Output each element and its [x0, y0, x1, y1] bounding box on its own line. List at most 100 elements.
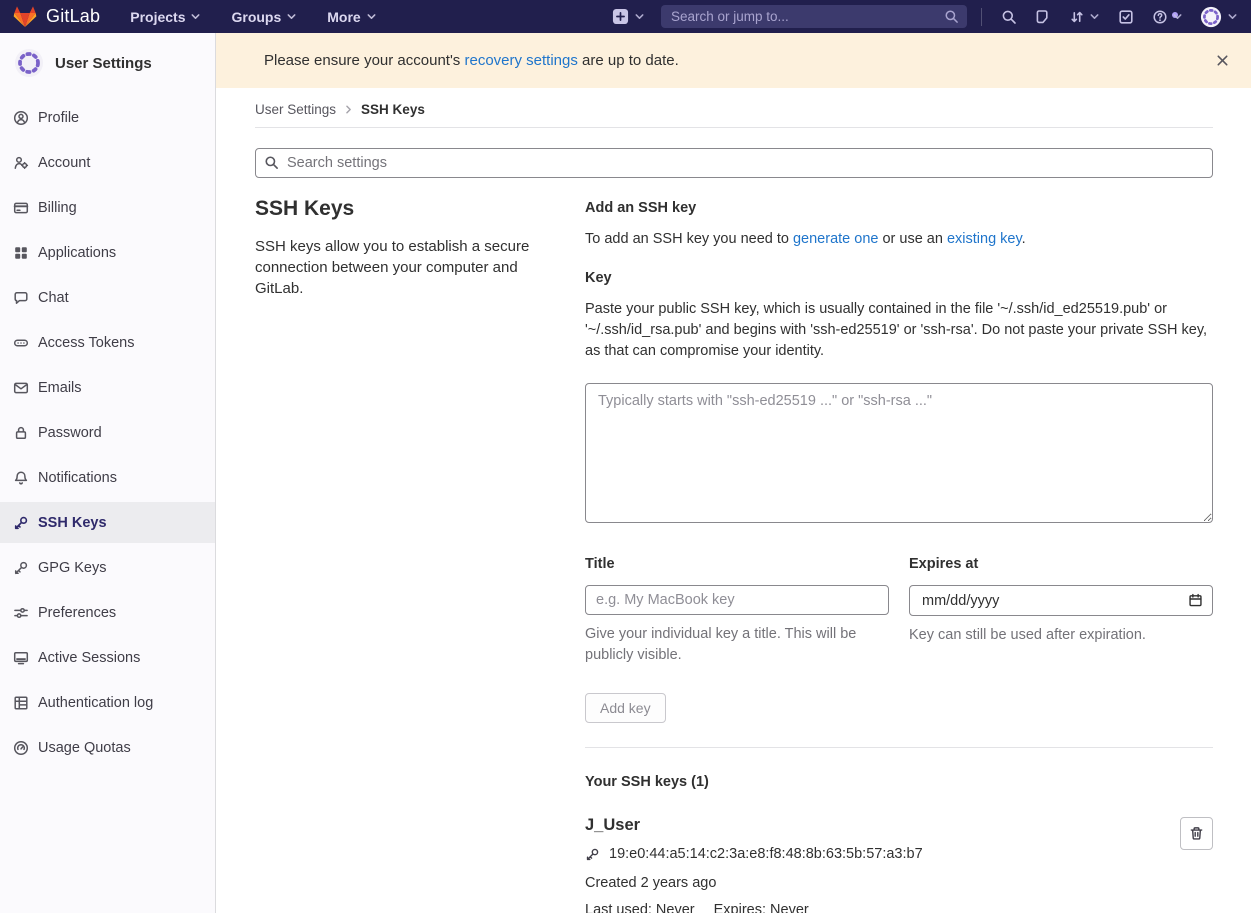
sidebar-item-access-tokens[interactable]: Access Tokens: [0, 322, 215, 363]
breadcrumb: User Settings SSH Keys: [255, 102, 1213, 117]
global-search: [661, 5, 967, 28]
chevron-down-icon: [366, 11, 377, 22]
ssh-key-name: J_User: [585, 816, 1163, 835]
keys-section-divider: [585, 747, 1213, 748]
new-menu-button[interactable]: [612, 8, 645, 25]
sidebar-item-applications[interactable]: Applications: [0, 232, 215, 273]
breadcrumb-parent[interactable]: User Settings: [255, 102, 336, 117]
page-title: SSH Keys: [255, 197, 540, 221]
nav-projects[interactable]: Projects: [130, 9, 201, 25]
delete-key-button[interactable]: [1180, 817, 1213, 850]
recovery-settings-banner: Please ensure your account's recovery se…: [216, 33, 1251, 88]
global-search-input[interactable]: [661, 5, 967, 28]
key-title-input[interactable]: [585, 585, 889, 615]
search-button[interactable]: [992, 9, 1026, 25]
chat-icon: [13, 290, 29, 306]
sidebar-item-preferences[interactable]: Preferences: [0, 592, 215, 633]
chevron-down-icon: [1172, 11, 1183, 22]
nav-groups[interactable]: Groups: [231, 9, 297, 25]
main-content: Please ensure your account's recovery se…: [216, 33, 1251, 913]
nav-more[interactable]: More: [327, 9, 376, 25]
key-icon: [13, 515, 29, 531]
sidebar-item-emails[interactable]: Emails: [0, 367, 215, 408]
sidebar-item-ssh-keys[interactable]: SSH Keys: [0, 502, 215, 543]
banner-text: Please ensure your account's recovery se…: [264, 52, 679, 69]
sidebar-item-account[interactable]: Account: [0, 142, 215, 183]
existing-key-link[interactable]: existing key: [947, 231, 1022, 247]
section-content: Add an SSH key To add an SSH key you nee…: [585, 197, 1213, 913]
issues-button[interactable]: [1026, 9, 1060, 25]
generate-one-link[interactable]: generate one: [793, 231, 878, 247]
add-ssh-key-heading: Add an SSH key: [585, 200, 1213, 216]
gitlab-tanuki-icon: [13, 5, 37, 29]
ssh-key-created: Created 2 years ago: [585, 875, 1163, 891]
sidebar-item-billing[interactable]: Billing: [0, 187, 215, 228]
close-icon: [1215, 53, 1230, 68]
sidebar-item-notifications[interactable]: Notifications: [0, 457, 215, 498]
todos-button[interactable]: [1109, 9, 1143, 25]
title-field-help: Give your individual key a title. This w…: [585, 624, 889, 666]
ssh-key-textarea[interactable]: [585, 383, 1213, 523]
settings-sidebar: User Settings Profile Account Billing: [0, 33, 216, 913]
ssh-keys-page: User Settings SSH Keys SSH Keys SSH keys…: [216, 88, 1251, 913]
ssh-key-fingerprint-row: 19:e0:44:a5:14:c2:3a:e8:f8:48:8b:63:5b:5…: [585, 846, 1163, 862]
calendar-icon[interactable]: [1188, 593, 1203, 608]
sidebar-item-profile[interactable]: Profile: [0, 97, 215, 138]
help-question-icon: [1152, 9, 1168, 25]
sidebar-item-password[interactable]: Password: [0, 412, 215, 453]
page-description: SSH keys allow you to establish a secure…: [255, 236, 540, 299]
chevron-down-icon: [1227, 11, 1238, 22]
log-table-icon: [13, 695, 29, 711]
navbar-right: [612, 5, 1238, 28]
search-icon: [944, 9, 959, 24]
avatar: [1200, 6, 1222, 28]
section-summary: SSH Keys SSH keys allow you to establish…: [255, 197, 585, 913]
navbar-left: GitLab Projects Groups More: [13, 5, 407, 29]
navbar-divider: [981, 8, 982, 26]
profile-icon: [13, 110, 29, 126]
chevron-down-icon: [286, 11, 297, 22]
bell-icon: [13, 470, 29, 486]
chevron-down-icon: [634, 11, 645, 22]
settings-search: [255, 148, 1213, 178]
account-icon: [13, 155, 29, 171]
applications-icon: [13, 245, 29, 261]
key-icon: [585, 847, 600, 862]
gauge-icon: [13, 740, 29, 756]
ssh-key-expires: Expires: Never: [714, 902, 809, 913]
add-key-button[interactable]: Add key: [585, 693, 666, 723]
plus-square-icon: [612, 8, 629, 25]
logo-wordmark: GitLab: [46, 6, 100, 27]
sidebar-nav: Profile Account Billing Applications Cha…: [0, 97, 215, 768]
top-navbar: GitLab Projects Groups More: [0, 0, 1251, 33]
key-field-help: Paste your public SSH key, which is usua…: [585, 299, 1213, 362]
ssh-key-item: J_User 19:e0:44:a5:14:c2:3a:e8:f8:48:8b:…: [585, 816, 1213, 913]
ssh-key-fingerprint: 19:e0:44:a5:14:c2:3a:e8:f8:48:8b:63:5b:5…: [609, 846, 923, 862]
sidebar-item-active-sessions[interactable]: Active Sessions: [0, 637, 215, 678]
help-button[interactable]: [1143, 9, 1192, 25]
banner-close-button[interactable]: [1207, 46, 1237, 76]
expires-field-help: Key can still be used after expiration.: [909, 625, 1213, 646]
settings-search-input[interactable]: [255, 148, 1213, 178]
sidebar-item-chat[interactable]: Chat: [0, 277, 215, 318]
emails-icon: [13, 380, 29, 396]
key-icon: [13, 560, 29, 576]
expires-field-label: Expires at: [909, 556, 1213, 572]
recovery-settings-link[interactable]: recovery settings: [464, 52, 577, 69]
lock-icon: [13, 425, 29, 441]
trash-icon: [1189, 826, 1204, 841]
monitor-icon: [13, 650, 29, 666]
gitlab-logo[interactable]: GitLab: [13, 5, 100, 29]
sidebar-item-authentication-log[interactable]: Authentication log: [0, 682, 215, 723]
sidebar-item-usage-quotas[interactable]: Usage Quotas: [0, 727, 215, 768]
sidebar-item-gpg-keys[interactable]: GPG Keys: [0, 547, 215, 588]
breadcrumb-divider: [255, 127, 1213, 128]
add-ssh-key-intro: To add an SSH key you need to generate o…: [585, 231, 1213, 247]
key-field-label: Key: [585, 270, 1213, 286]
user-menu-button[interactable]: [1200, 6, 1238, 28]
issues-icon: [1035, 9, 1051, 25]
gitlab-app: GitLab Projects Groups More: [0, 0, 1251, 913]
expires-date-input[interactable]: mm/dd/yyyy: [909, 585, 1213, 616]
sidebar-title: User Settings: [55, 55, 152, 72]
merge-requests-button[interactable]: [1060, 9, 1109, 25]
